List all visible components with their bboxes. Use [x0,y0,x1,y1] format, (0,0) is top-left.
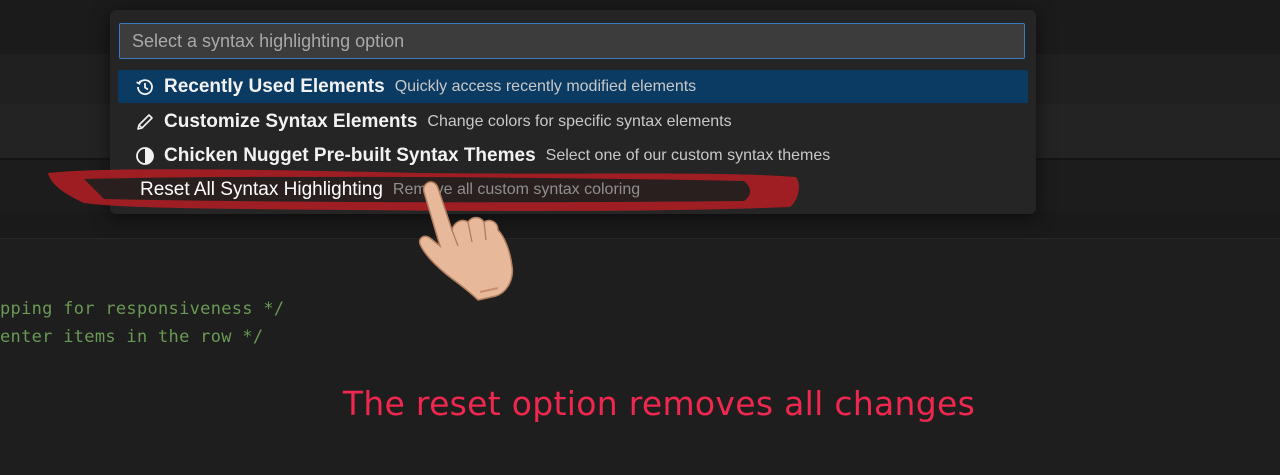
palette-item-label: Chicken Nugget Pre-built Syntax Themes [164,144,536,166]
screenshot-stage: pping for responsiveness */ enter items … [0,0,1280,475]
palette-item-label: Reset All Syntax Highlighting [140,178,383,200]
code-line-comment: enter items in the row */ [0,327,264,347]
palette-item-description: Quickly access recently modified element… [394,77,697,95]
palette-item-prebuilt-themes[interactable]: Chicken Nugget Pre-built Syntax Themes S… [118,139,1028,172]
palette-item-customize-syntax[interactable]: Customize Syntax Elements Change colors … [118,105,1028,138]
palette-item-label: Customize Syntax Elements [164,110,418,132]
hand-pointer-icon [418,181,514,301]
history-icon [134,76,156,98]
pencil-icon [134,111,156,133]
palette-item-recently-used[interactable]: Recently Used Elements Quickly access re… [118,70,1028,103]
reset-row-overlay-text: Reset All Syntax Highlighting Remove all… [118,173,640,206]
palette-item-label: Recently Used Elements [164,75,385,97]
code-line-comment: pping for responsiveness */ [0,299,285,319]
palette-item-description: Select one of our custom syntax themes [545,146,831,164]
palette-item-description: Change colors for specific syntax elemen… [427,112,732,130]
palette-search-input[interactable] [119,23,1025,59]
editor-divider [0,212,1280,239]
contrast-icon [134,145,156,167]
annotation-caption: The reset option removes all changes [342,384,976,423]
